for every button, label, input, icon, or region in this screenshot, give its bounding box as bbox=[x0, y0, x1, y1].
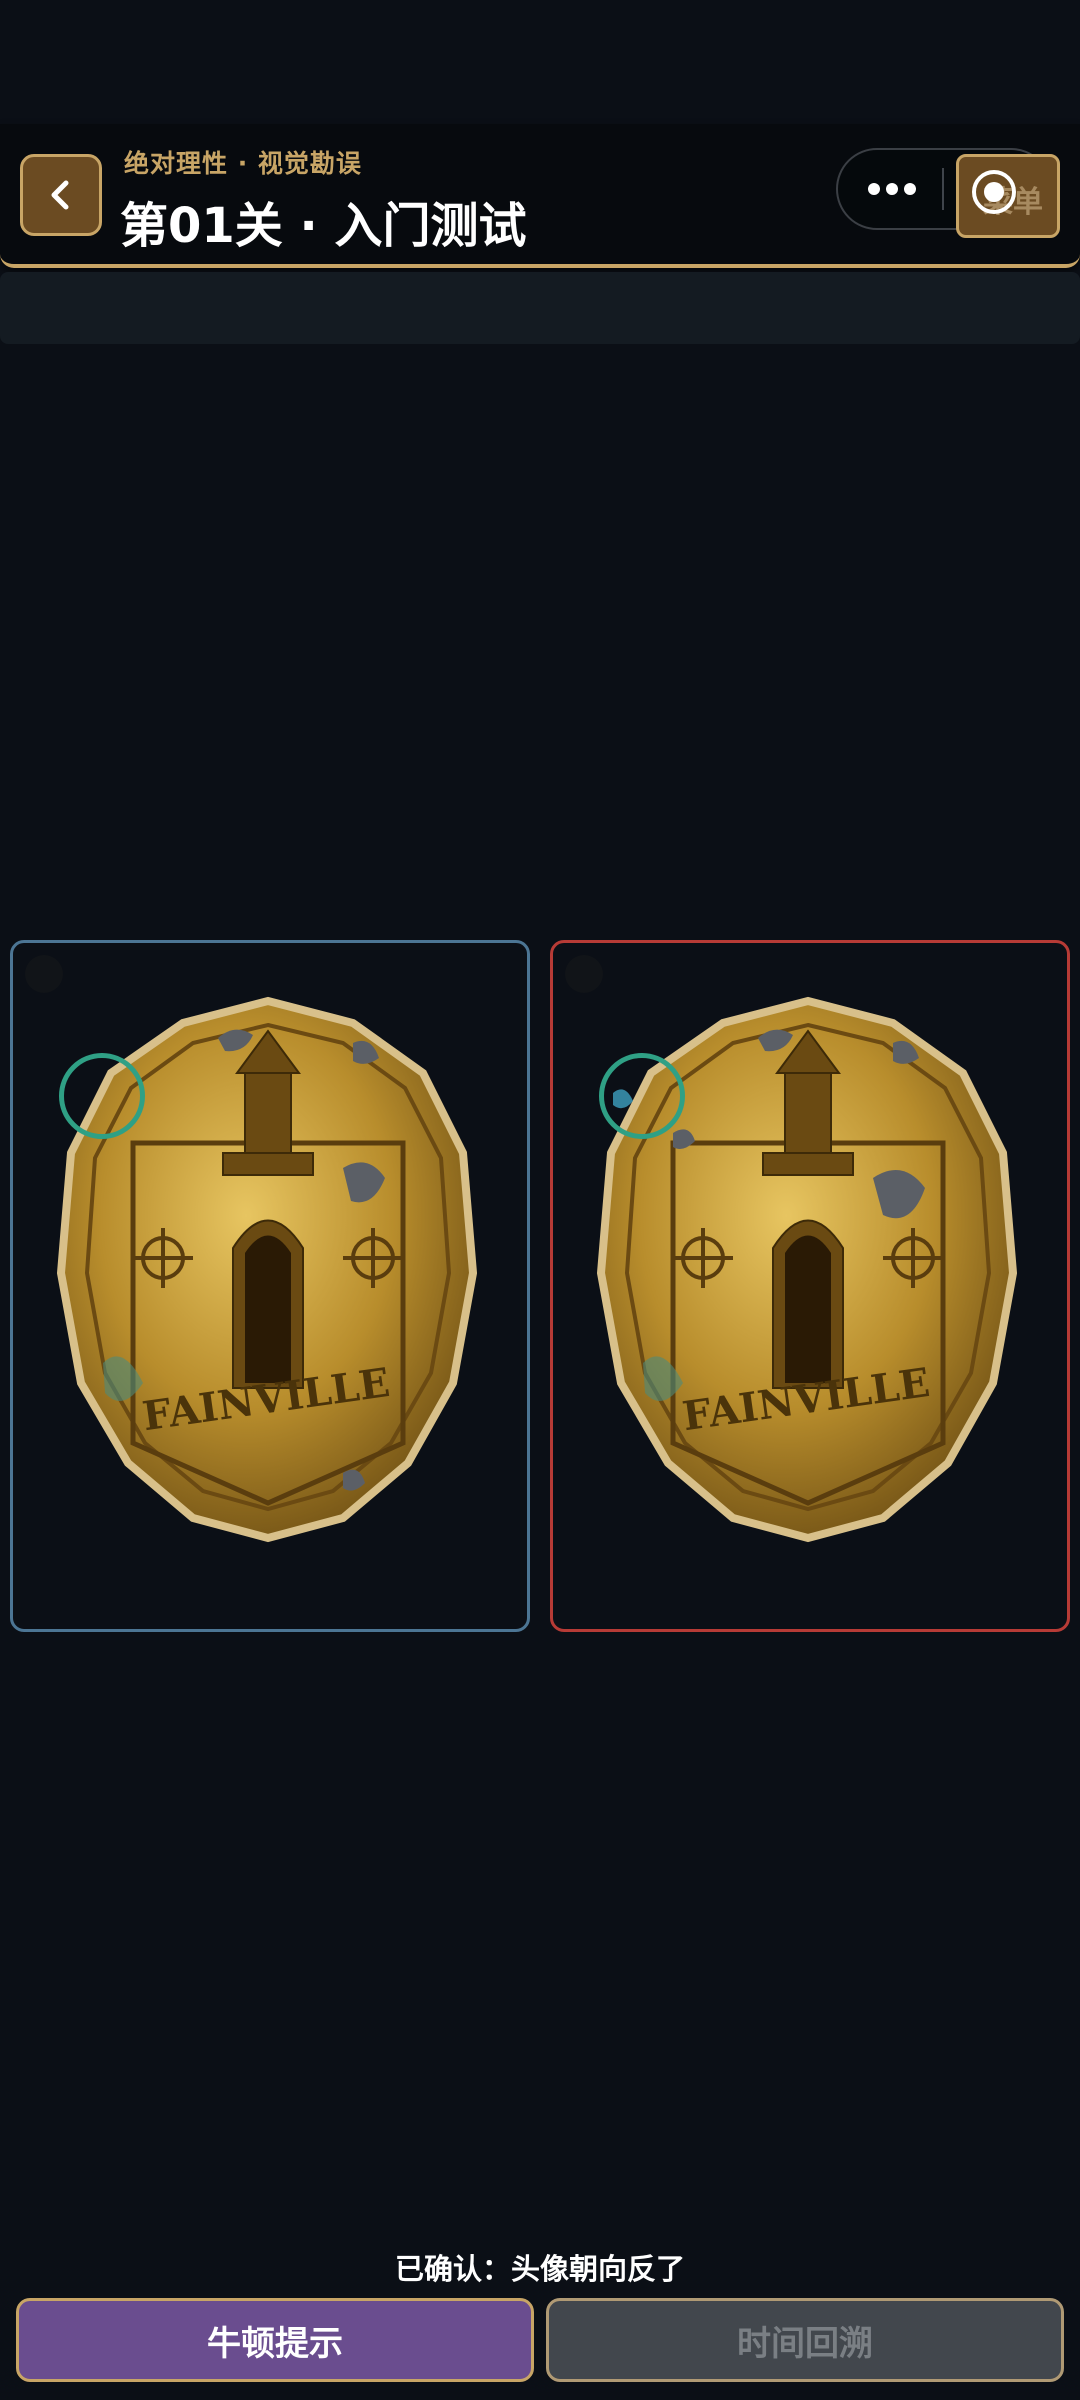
level-subtitle: 绝对理性 · 视觉勘误 bbox=[124, 149, 362, 178]
panel-corner-dot bbox=[25, 955, 63, 993]
time-rewind-button[interactable]: 时间回溯 bbox=[546, 2298, 1064, 2382]
menu-button[interactable]: 菜单 bbox=[956, 154, 1060, 238]
found-difference-marker bbox=[599, 1053, 685, 1139]
more-button[interactable] bbox=[858, 164, 926, 214]
level-title: 第01关 · 入门测试 bbox=[120, 198, 527, 254]
level-header: 绝对理性 · 视觉勘误 第01关 · 入门测试 菜单 bbox=[0, 124, 1080, 268]
right-image-panel[interactable]: FAINVILLE bbox=[550, 940, 1070, 1632]
target-circle-icon[interactable] bbox=[966, 164, 1022, 220]
chevron-left-icon bbox=[51, 180, 69, 210]
confirmed-difference-text: 已确认：头像朝向反了 bbox=[394, 2252, 685, 2286]
capsule-divider bbox=[942, 168, 944, 210]
more-dots-icon bbox=[868, 183, 916, 195]
coin-image-right: FAINVILLE bbox=[596, 996, 1018, 1543]
found-difference-marker bbox=[59, 1053, 145, 1139]
newton-hint-button[interactable]: 牛顿提示 bbox=[16, 2298, 534, 2382]
panel-corner-dot bbox=[565, 955, 603, 993]
status-strip bbox=[0, 272, 1080, 344]
left-image-panel[interactable]: FAINVILLE bbox=[10, 940, 530, 1632]
back-button[interactable] bbox=[20, 154, 102, 236]
coin-image-left: FAINVILLE bbox=[56, 996, 478, 1543]
